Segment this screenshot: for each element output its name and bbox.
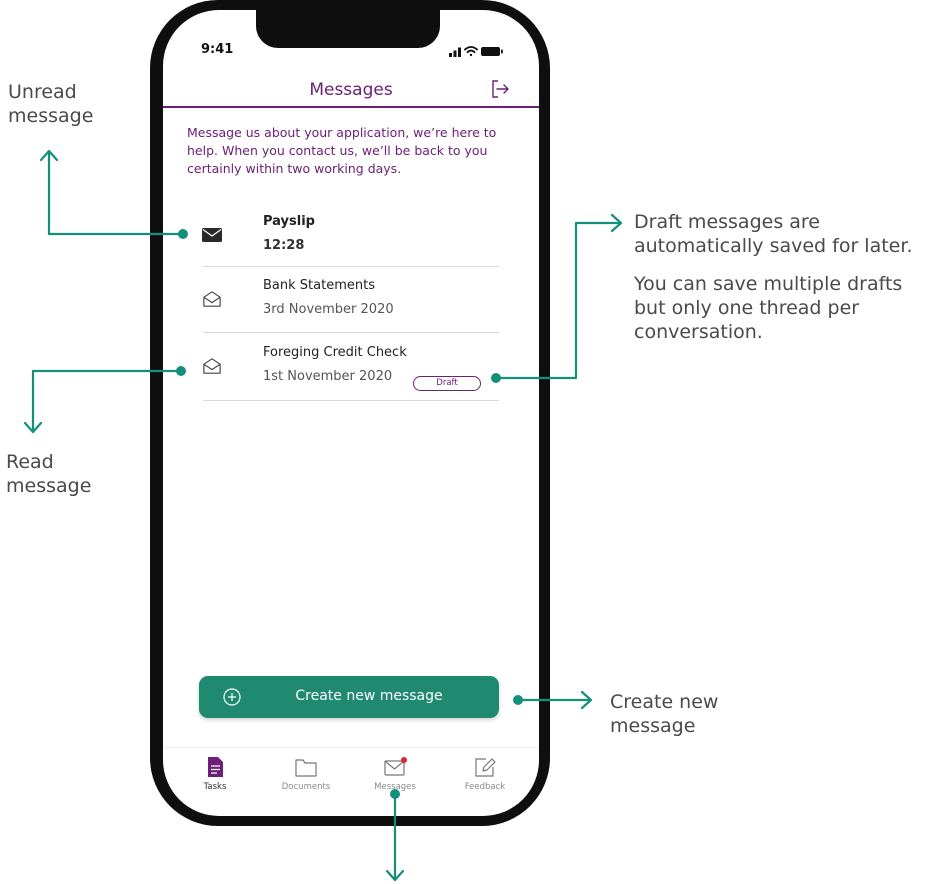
unread-dot (178, 229, 188, 239)
unread-connector (47, 150, 185, 236)
read-dot (176, 366, 186, 376)
read-connector (31, 369, 183, 433)
draft-dot (491, 373, 501, 383)
messages-tab-dot (390, 789, 400, 799)
annotation-arrows (23, 149, 623, 882)
create-dot (513, 695, 523, 705)
draft-connector (494, 221, 622, 380)
